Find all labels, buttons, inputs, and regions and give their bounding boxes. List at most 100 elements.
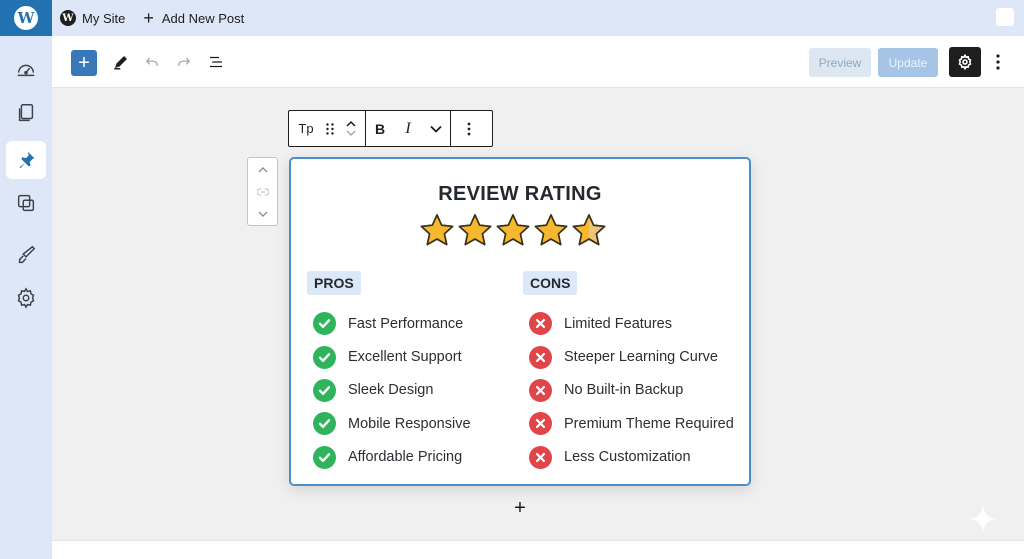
more-vertical-icon xyxy=(996,54,1000,70)
drag-handle-icon xyxy=(326,122,334,135)
more-formats-button[interactable] xyxy=(422,111,450,146)
pages-icon xyxy=(18,104,34,122)
list-item: Premium Theme Required xyxy=(523,407,734,440)
undo-icon xyxy=(145,57,158,66)
sidebar-item-dashboard[interactable] xyxy=(6,50,46,88)
editor-header: + Preview Update xyxy=(52,36,1024,88)
list-item: Excellent Support xyxy=(307,340,471,373)
cons-label: CONS xyxy=(523,271,578,295)
star-full-icon xyxy=(496,214,530,246)
admin-bar: W W My Site + Add New Post xyxy=(0,0,1024,36)
list-item: No Built-in Backup xyxy=(523,374,734,407)
wordpress-logo-icon: W xyxy=(14,6,38,30)
add-block-button[interactable]: + xyxy=(510,498,530,518)
redo-button[interactable] xyxy=(172,50,196,74)
list-item-label: Excellent Support xyxy=(348,349,462,366)
sparkle-icon xyxy=(968,504,998,534)
check-icon xyxy=(313,445,336,469)
pros-column: PROS Fast Performance Excellent Support Sl… xyxy=(307,271,471,474)
my-site-link[interactable]: W My Site xyxy=(60,10,125,26)
sidebar-item-posts[interactable] xyxy=(6,141,46,179)
list-item: Fast Performance xyxy=(307,307,471,340)
settings-button[interactable] xyxy=(949,47,981,77)
cons-column: CONS Limited Features Steeper Learning Cu… xyxy=(523,271,734,474)
x-icon xyxy=(529,412,552,436)
link-icon[interactable] xyxy=(256,187,269,196)
list-item: Less Customization xyxy=(523,441,734,474)
editor-footer xyxy=(52,540,1024,559)
pros-list: Fast Performance Excellent Support Sleek D… xyxy=(307,307,471,474)
add-new-post-link[interactable]: + Add New Post xyxy=(143,9,244,27)
user-avatar[interactable] xyxy=(996,8,1014,26)
update-button[interactable]: Update xyxy=(878,48,938,77)
plus-icon: + xyxy=(143,8,154,28)
check-icon xyxy=(313,345,336,369)
more-vertical-icon xyxy=(467,122,471,135)
check-icon xyxy=(313,312,336,336)
list-item: Limited Features xyxy=(523,307,734,340)
wordpress-logo-button[interactable]: W xyxy=(0,0,52,36)
media-icon xyxy=(17,194,35,212)
list-item: Mobile Responsive xyxy=(307,407,471,440)
cons-list: Limited Features Steeper Learning Curve No… xyxy=(523,307,734,474)
review-title: REVIEW RATING xyxy=(438,183,602,205)
list-item-label: Less Customization xyxy=(564,449,691,466)
document-overview-button[interactable] xyxy=(204,50,228,74)
block-inserter-button[interactable]: + xyxy=(71,50,97,76)
chevron-up-icon[interactable] xyxy=(258,166,268,173)
star-half-icon xyxy=(572,214,606,246)
list-item: Steeper Learning Curve xyxy=(523,340,734,373)
list-item-label: Limited Features xyxy=(564,315,672,332)
check-icon xyxy=(313,412,336,436)
gear-icon xyxy=(958,54,972,70)
block-type-switcher[interactable]: Tp xyxy=(289,111,323,146)
redo-icon xyxy=(178,57,191,66)
list-view-icon xyxy=(210,56,222,68)
x-icon xyxy=(529,378,552,402)
tools-pencil-button[interactable] xyxy=(109,50,133,74)
dashboard-icon xyxy=(17,64,35,77)
block-toolbar: Tp B I xyxy=(288,110,493,147)
chevron-up-icon xyxy=(346,120,356,127)
undo-button[interactable] xyxy=(140,50,164,74)
sidebar-item-appearance[interactable] xyxy=(6,236,46,274)
sidebar-item-settings[interactable] xyxy=(6,279,46,317)
chevron-down-icon[interactable] xyxy=(258,211,268,218)
admin-sidebar xyxy=(0,36,52,559)
star-rating xyxy=(418,212,608,250)
x-icon xyxy=(529,345,552,369)
list-item: Affordable Pricing xyxy=(307,441,471,474)
italic-button[interactable]: I xyxy=(394,111,422,146)
block-side-mover xyxy=(247,157,278,226)
block-toolbar-group-options xyxy=(451,111,487,146)
sidebar-item-pages[interactable] xyxy=(6,94,46,132)
block-toolbar-group-switcher: Tp xyxy=(289,111,366,146)
block-options-button[interactable] xyxy=(451,111,487,146)
sidebar-item-media[interactable] xyxy=(6,184,46,222)
list-item-label: Sleek Design xyxy=(348,382,434,399)
block-toolbar-group-format: B I xyxy=(366,111,451,146)
list-item-label: Affordable Pricing xyxy=(348,449,463,466)
drag-handle[interactable] xyxy=(323,111,337,146)
block-mover[interactable] xyxy=(337,111,365,146)
list-item-label: Steeper Learning Curve xyxy=(564,349,718,366)
pros-label: PROS xyxy=(307,271,361,295)
brush-icon xyxy=(18,245,36,264)
review-rating-block[interactable]: REVIEW RATING PROS Fast Performance Excel… xyxy=(289,157,751,486)
options-menu-button[interactable] xyxy=(989,50,1007,74)
add-new-post-label: Add New Post xyxy=(161,10,245,26)
site-icon: W xyxy=(60,10,76,26)
star-full-icon xyxy=(420,214,454,246)
star-full-icon xyxy=(458,214,492,246)
bold-button[interactable]: B xyxy=(366,111,394,146)
preview-button[interactable]: Preview xyxy=(809,48,871,77)
pin-icon xyxy=(19,151,35,169)
x-icon xyxy=(529,312,552,336)
list-item-label: Premium Theme Required xyxy=(564,415,734,432)
site-name: My Site xyxy=(82,10,126,26)
pencil-icon xyxy=(114,56,127,70)
list-item-label: No Built-in Backup xyxy=(564,382,684,399)
list-item: Sleek Design xyxy=(307,374,471,407)
check-icon xyxy=(313,378,336,402)
list-item-label: Fast Performance xyxy=(348,315,464,332)
